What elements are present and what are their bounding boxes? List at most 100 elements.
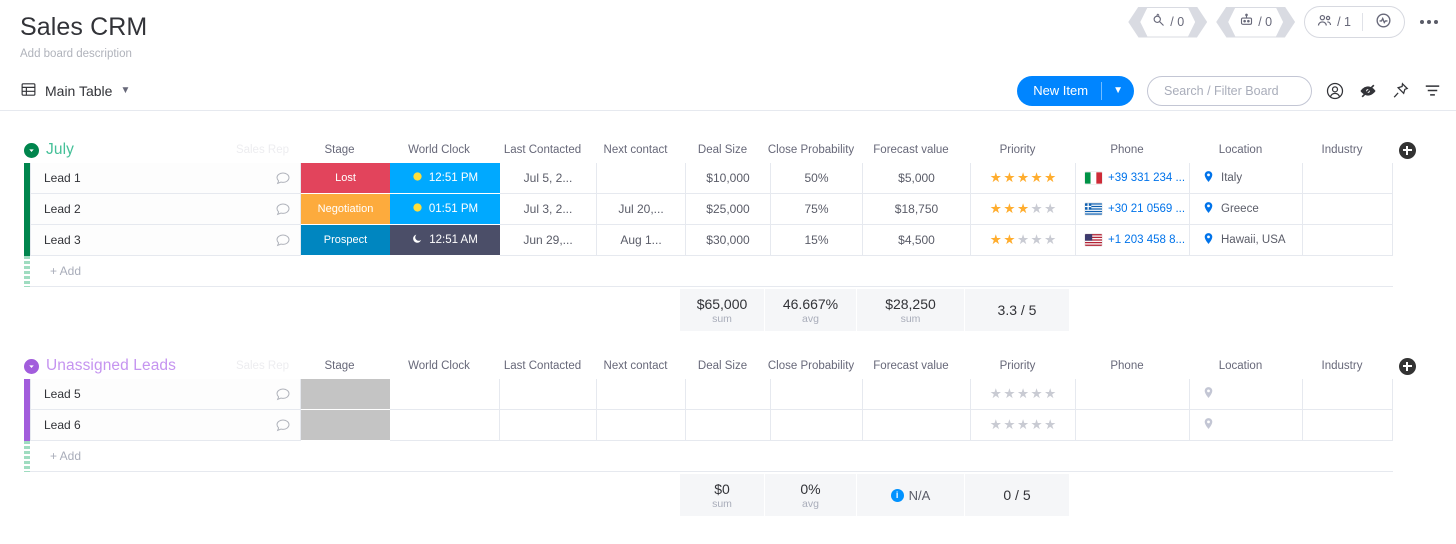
stage-cell[interactable] (301, 379, 390, 410)
star[interactable]: ★ (1044, 201, 1056, 217)
chevron-down-icon[interactable]: ▼ (120, 85, 130, 96)
table-row[interactable]: Lead 2 Negotiation 01:51 PM Jul 3, 2... Jul … (0, 194, 1456, 225)
priority-stars[interactable]: ★ ★ ★ ★ ★ (990, 417, 1057, 433)
column-header-stage[interactable]: Stage (295, 353, 384, 379)
column-header-next[interactable]: Next contact (591, 353, 680, 379)
table-row[interactable]: Lead 5 ★ ★ ★ ★ ★ (0, 379, 1456, 410)
star[interactable]: ★ (1003, 170, 1015, 186)
star[interactable]: ★ (1044, 170, 1056, 186)
priority-stars[interactable]: ★ ★ ★ ★ ★ (990, 232, 1057, 248)
new-item-button[interactable]: New Item ▼ (1017, 75, 1134, 106)
column-header-prio[interactable]: Priority (965, 353, 1070, 379)
star[interactable]: ★ (1044, 386, 1056, 402)
column-header-prob[interactable]: Close Probability (765, 137, 857, 163)
star[interactable]: ★ (1003, 386, 1015, 402)
phone-cell[interactable] (1076, 410, 1190, 441)
forecast-value-cell[interactable]: $4,500 (863, 225, 971, 256)
star[interactable]: ★ (990, 170, 1002, 186)
group-collapse-icon[interactable] (24, 142, 39, 158)
members-button[interactable]: / 1 (1305, 7, 1362, 37)
column-header-deal[interactable]: Deal Size (680, 137, 765, 163)
deal-size-cell[interactable]: $10,000 (686, 163, 771, 194)
star[interactable]: ★ (990, 201, 1002, 217)
location-cell[interactable] (1190, 410, 1303, 441)
comment-bubble-icon[interactable] (275, 232, 291, 248)
last-contacted-cell[interactable] (500, 410, 597, 441)
summary-deal-size[interactable]: $0 sum (680, 474, 765, 516)
location-cell[interactable]: Italy (1190, 163, 1303, 194)
pin-icon[interactable] (1391, 81, 1410, 100)
item-name-cell[interactable]: Lead 2 (30, 194, 301, 225)
column-header-last[interactable]: Last Contacted (494, 353, 591, 379)
star[interactable]: ★ (1031, 417, 1043, 433)
add-item-row[interactable]: + Add (0, 256, 1456, 287)
priority-stars[interactable]: ★ ★ ★ ★ ★ (990, 170, 1057, 186)
column-header-fore[interactable]: Forecast value (857, 353, 965, 379)
filter-sort-icon[interactable] (1423, 81, 1442, 100)
comment-bubble-icon[interactable] (275, 201, 291, 217)
star[interactable]: ★ (1003, 417, 1015, 433)
column-header-ind[interactable]: Industry (1297, 137, 1387, 163)
add-item-label[interactable]: + Add (30, 256, 301, 287)
star[interactable]: ★ (1017, 232, 1029, 248)
integrations-button[interactable]: / 0 (1128, 6, 1208, 38)
column-header-last[interactable]: Last Contacted (494, 137, 591, 163)
search-filter-box[interactable] (1147, 75, 1312, 106)
star[interactable]: ★ (1017, 201, 1029, 217)
person-filter-icon[interactable] (1325, 81, 1345, 101)
star[interactable]: ★ (1017, 386, 1029, 402)
star[interactable]: ★ (990, 417, 1002, 433)
stage-cell[interactable]: Prospect (301, 225, 390, 256)
industry-cell[interactable] (1303, 225, 1393, 256)
forecast-value-cell[interactable]: $18,750 (863, 194, 971, 225)
industry-cell[interactable] (1303, 163, 1393, 194)
activity-log-button[interactable] (1363, 7, 1404, 37)
location-cell[interactable]: Greece (1190, 194, 1303, 225)
last-contacted-cell[interactable]: Jul 5, 2... (500, 163, 597, 194)
world-clock-cell[interactable]: 01:51 PM (390, 194, 500, 225)
last-contacted-cell[interactable] (500, 379, 597, 410)
world-clock-cell[interactable]: 12:51 PM (390, 163, 500, 194)
priority-cell[interactable]: ★ ★ ★ ★ ★ (971, 163, 1076, 194)
close-probability-cell[interactable] (771, 379, 863, 410)
deal-size-cell[interactable] (686, 379, 771, 410)
phone-cell[interactable] (1076, 379, 1190, 410)
column-header-phone[interactable]: Phone (1070, 137, 1184, 163)
last-contacted-cell[interactable]: Jun 29,... (500, 225, 597, 256)
column-header-ind[interactable]: Industry (1297, 353, 1387, 379)
priority-stars[interactable]: ★ ★ ★ ★ ★ (990, 201, 1057, 217)
column-header-clock[interactable]: World Clock (384, 353, 494, 379)
priority-cell[interactable]: ★ ★ ★ ★ ★ (971, 225, 1076, 256)
tab-main-table[interactable]: Main Table ▼ (20, 81, 130, 101)
star[interactable]: ★ (1031, 386, 1043, 402)
phone-cell[interactable]: +1 203 458 8... (1076, 225, 1190, 256)
star[interactable]: ★ (1003, 232, 1015, 248)
column-header-prob[interactable]: Close Probability (765, 353, 857, 379)
add-column-button[interactable] (1387, 353, 1427, 379)
deal-size-cell[interactable]: $30,000 (686, 225, 771, 256)
forecast-value-cell[interactable] (863, 379, 971, 410)
summary-close-probability[interactable]: 0% avg (765, 474, 857, 516)
close-probability-cell[interactable]: 15% (771, 225, 863, 256)
group-title[interactable]: July Sales Rep (24, 137, 295, 163)
item-name-cell[interactable]: Lead 5 (30, 379, 301, 410)
star[interactable]: ★ (1031, 201, 1043, 217)
column-header-loc[interactable]: Location (1184, 137, 1297, 163)
search-input[interactable] (1162, 82, 1297, 99)
summary-forecast-value[interactable]: i N/A (857, 474, 965, 516)
table-row[interactable]: Lead 6 ★ ★ ★ ★ ★ (0, 410, 1456, 441)
star[interactable]: ★ (990, 386, 1002, 402)
close-probability-cell[interactable]: 75% (771, 194, 863, 225)
next-contact-cell[interactable]: Jul 20,... (597, 194, 686, 225)
column-header-stage[interactable]: Stage (295, 137, 384, 163)
summary-forecast-value[interactable]: $28,250 sum (857, 289, 965, 331)
world-clock-cell[interactable] (390, 410, 500, 441)
item-name-cell[interactable]: Lead 6 (30, 410, 301, 441)
last-contacted-cell[interactable]: Jul 3, 2... (500, 194, 597, 225)
phone-cell[interactable]: +30 21 0569 ... (1076, 194, 1190, 225)
column-header-clock[interactable]: World Clock (384, 137, 494, 163)
add-column-button[interactable] (1387, 137, 1427, 163)
hide-eye-icon[interactable] (1358, 81, 1378, 101)
priority-cell[interactable]: ★ ★ ★ ★ ★ (971, 194, 1076, 225)
item-name-cell[interactable]: Lead 3 (30, 225, 301, 256)
